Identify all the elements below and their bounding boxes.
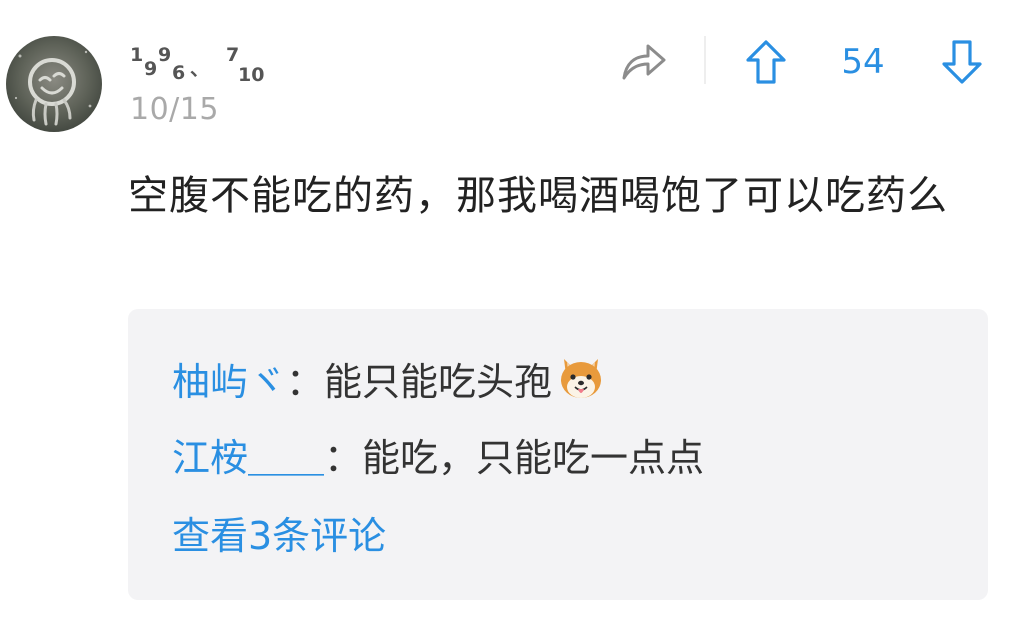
- share-button[interactable]: [620, 38, 668, 84]
- username-char: 9: [158, 44, 172, 66]
- reply-item: 柚屿ヾ：能只能吃头孢: [172, 353, 606, 405]
- reply-text: 能只能吃头孢: [324, 360, 553, 404]
- actions-divider: [704, 36, 706, 84]
- reply-author[interactable]: 柚屿ヾ: [172, 360, 286, 404]
- reply-separator: ：: [286, 360, 325, 404]
- shiba-dog-emoji-icon: [556, 353, 606, 403]
- downvote-arrow-icon: [942, 40, 982, 84]
- comment-text: 空腹不能吃的药，那我喝酒喝饱了可以吃药么: [128, 173, 948, 219]
- avatar[interactable]: [6, 36, 102, 132]
- username-char: 7: [226, 44, 240, 66]
- downvote-button[interactable]: [940, 38, 984, 86]
- username-char: 1: [130, 44, 144, 66]
- smiley-avatar-icon: [6, 36, 102, 132]
- upvote-button[interactable]: [744, 38, 788, 86]
- share-arrow-icon: [622, 44, 666, 80]
- reply-author[interactable]: 江桉＿＿: [172, 436, 324, 480]
- username-char: 、: [190, 58, 210, 80]
- username-char: 10: [238, 64, 265, 86]
- post-actions: 54: [610, 36, 1020, 88]
- username-char: 9: [144, 58, 158, 80]
- username[interactable]: 1 9 9 6 、 7 10: [130, 42, 290, 88]
- view-all-replies-link[interactable]: 查看3条评论: [172, 513, 386, 559]
- username-char: 6: [172, 62, 186, 84]
- upvote-arrow-icon: [746, 40, 786, 84]
- reply-text: 能吃，只能吃一点点: [362, 436, 705, 480]
- replies-panel: 柚屿ヾ：能只能吃头孢 江桉＿＿：能吃，只能吃一点点 查看3条评论: [128, 309, 988, 600]
- post-date: 10/15: [130, 92, 219, 127]
- reply-separator: ：: [324, 436, 363, 480]
- vote-count: 54: [841, 42, 885, 82]
- reply-item: 江桉＿＿：能吃，只能吃一点点: [172, 435, 704, 481]
